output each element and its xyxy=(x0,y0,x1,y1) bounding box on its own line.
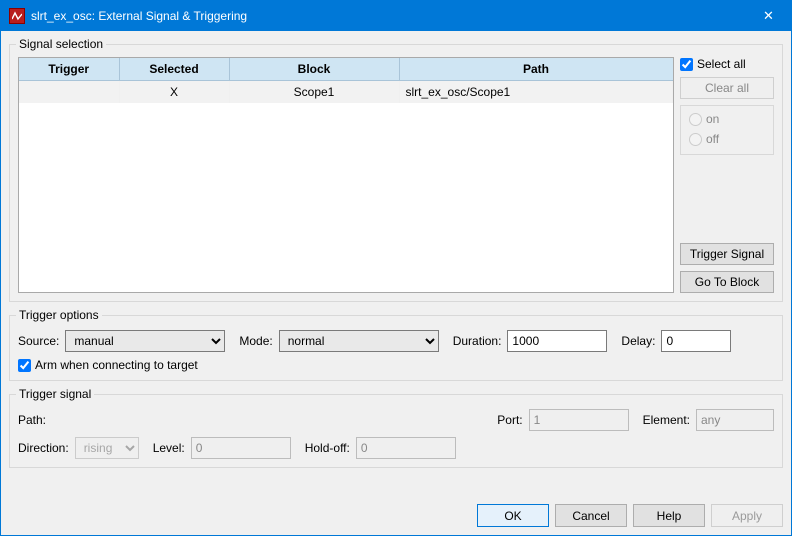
radio-off-input[interactable] xyxy=(689,133,702,146)
radio-off[interactable]: off xyxy=(689,132,765,146)
trigger-signal-legend: Trigger signal xyxy=(16,387,94,401)
cell-path: slrt_ex_osc/Scope1 xyxy=(399,81,673,104)
radio-on-input[interactable] xyxy=(689,113,702,126)
trigger-options-legend: Trigger options xyxy=(16,308,102,322)
select-all-input[interactable] xyxy=(680,58,693,71)
radio-off-label: off xyxy=(706,132,719,146)
element-input xyxy=(696,409,774,431)
element-label: Element: xyxy=(643,413,690,427)
delay-label: Delay: xyxy=(621,334,655,348)
select-all-label: Select all xyxy=(697,57,746,71)
select-all-checkbox[interactable]: Select all xyxy=(680,57,774,71)
direction-select: rising xyxy=(75,437,139,459)
trigger-options-group: Trigger options Source: manual Mode: nor… xyxy=(9,308,783,381)
cell-trigger xyxy=(19,81,119,104)
arm-checkbox[interactable]: Arm when connecting to target xyxy=(18,358,198,372)
trigger-signal-button[interactable]: Trigger Signal xyxy=(680,243,774,265)
duration-input[interactable] xyxy=(507,330,607,352)
signal-table-wrap: Trigger Selected Block Path X Scope1 xyxy=(18,57,674,293)
port-input xyxy=(529,409,629,431)
col-trigger[interactable]: Trigger xyxy=(19,58,119,81)
on-off-radio-group: on off xyxy=(680,105,774,155)
col-selected[interactable]: Selected xyxy=(119,58,229,81)
level-label: Level: xyxy=(153,441,185,455)
holdoff-label: Hold-off: xyxy=(305,441,350,455)
close-icon[interactable]: ✕ xyxy=(746,1,791,31)
trigger-signal-group: Trigger signal Path: Port: Element: Dire… xyxy=(9,387,783,468)
port-label: Port: xyxy=(497,413,522,427)
source-select[interactable]: manual xyxy=(65,330,225,352)
content-area: Signal selection Trigger Selected Block xyxy=(1,31,791,498)
go-to-block-button[interactable]: Go To Block xyxy=(680,271,774,293)
col-path[interactable]: Path xyxy=(399,58,673,81)
dialog-window: slrt_ex_osc: External Signal & Triggerin… xyxy=(0,0,792,536)
apply-button[interactable]: Apply xyxy=(711,504,783,527)
arm-label: Arm when connecting to target xyxy=(35,358,198,372)
arm-input[interactable] xyxy=(18,359,31,372)
signal-selection-legend: Signal selection xyxy=(16,37,106,51)
radio-on-label: on xyxy=(706,112,719,126)
app-icon xyxy=(9,8,25,24)
mode-select[interactable]: normal xyxy=(279,330,439,352)
source-label: Source: xyxy=(18,334,59,348)
radio-on[interactable]: on xyxy=(689,112,765,126)
holdoff-input xyxy=(356,437,456,459)
table-row[interactable]: X Scope1 slrt_ex_osc/Scope1 xyxy=(19,81,673,104)
signal-table[interactable]: Trigger Selected Block Path X Scope1 xyxy=(19,58,673,103)
help-button[interactable]: Help xyxy=(633,504,705,527)
signal-selection-group: Signal selection Trigger Selected Block xyxy=(9,37,783,302)
window-title: slrt_ex_osc: External Signal & Triggerin… xyxy=(31,9,746,23)
clear-all-button[interactable]: Clear all xyxy=(680,77,774,99)
cell-block: Scope1 xyxy=(229,81,399,104)
delay-input[interactable] xyxy=(661,330,731,352)
direction-label: Direction: xyxy=(18,441,69,455)
col-block[interactable]: Block xyxy=(229,58,399,81)
dialog-footer: OK Cancel Help Apply xyxy=(1,498,791,535)
cell-selected: X xyxy=(119,81,229,104)
level-input xyxy=(191,437,291,459)
duration-label: Duration: xyxy=(453,334,502,348)
path-label: Path: xyxy=(18,413,58,427)
cancel-button[interactable]: Cancel xyxy=(555,504,627,527)
titlebar: slrt_ex_osc: External Signal & Triggerin… xyxy=(1,1,791,31)
signal-side-column: Select all Clear all on off xyxy=(680,57,774,293)
mode-label: Mode: xyxy=(239,334,272,348)
ok-button[interactable]: OK xyxy=(477,504,549,527)
